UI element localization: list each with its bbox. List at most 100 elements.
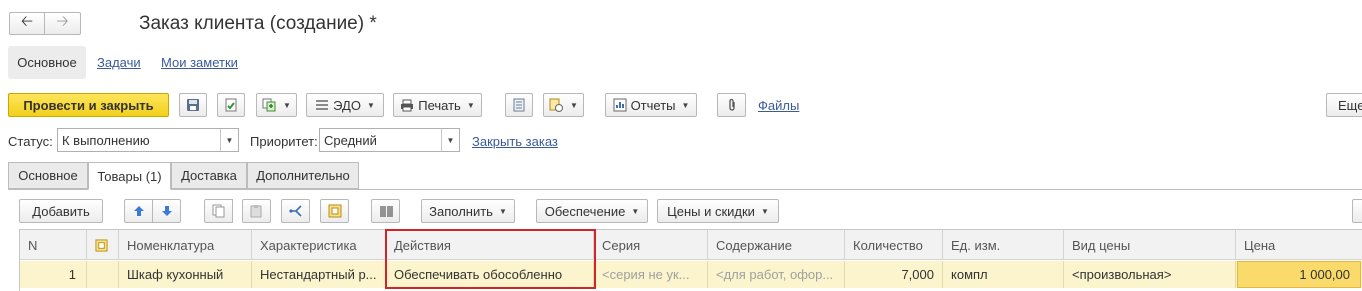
more-label: Еще [1338, 97, 1362, 113]
arrow-left-icon: 🡠 [20, 13, 34, 30]
col-n[interactable]: N [20, 230, 87, 260]
move-up-button[interactable] [124, 199, 153, 223]
chevron-down-icon: ▼ [466, 100, 475, 110]
chevron-down-icon: ▼ [498, 206, 507, 216]
print-button[interactable]: Печать ▼ [393, 93, 482, 117]
more-button[interactable]: Еще [1326, 93, 1362, 117]
col-content[interactable]: Содержание [708, 230, 845, 260]
paste-row-button[interactable] [242, 199, 271, 223]
post-and-close-button[interactable]: Провести и закрыть [8, 93, 169, 117]
provision-label: Обеспечение [544, 203, 626, 219]
priority-value: Средний [324, 132, 377, 148]
page-title: Заказ клиента (создание) * [139, 13, 377, 34]
create-based-on-button[interactable]: ▼ [256, 93, 297, 117]
chevron-down-icon[interactable]: ▼ [441, 129, 459, 151]
col-characteristic[interactable]: Характеристика [252, 230, 386, 260]
col-price[interactable]: Цена [1236, 230, 1362, 260]
pick-goods-button[interactable] [320, 199, 349, 223]
edo-label: ЭДО [333, 97, 361, 113]
copy-row-button[interactable] [204, 199, 233, 223]
arrow-up-icon [133, 206, 144, 216]
paste-icon [250, 205, 262, 218]
attach-file-button[interactable] [717, 93, 746, 117]
document-list-icon [513, 98, 525, 112]
table-more-button[interactable] [1352, 199, 1362, 223]
provision-button[interactable]: Обеспечение ▼ [536, 199, 648, 223]
actions-column-highlight [385, 229, 596, 289]
cell-quantity[interactable]: 7,000 [845, 261, 943, 288]
tab-delivery[interactable]: Доставка [171, 162, 247, 189]
tab-additional[interactable]: Дополнительно [247, 162, 359, 189]
arrow-right-icon: 🡢 [56, 13, 69, 30]
tab-goods-label: Товары (1) [97, 168, 162, 184]
copy-icon [212, 204, 225, 218]
pick-goods-icon [328, 204, 341, 218]
chevron-down-icon: ▼ [366, 100, 375, 110]
tab-main-label: Основное [18, 168, 78, 183]
cell-characteristic[interactable]: Нестандартный р... [252, 261, 386, 288]
print-label: Печать [418, 97, 461, 113]
col-item[interactable]: Номенклатура [119, 230, 252, 260]
reports-button[interactable]: Отчеты ▼ [605, 93, 697, 117]
nav-tab-notes[interactable]: Мои заметки [161, 55, 238, 70]
split-icon [288, 205, 302, 217]
cell-item[interactable]: Шкаф кухонный [119, 261, 252, 288]
nav-tab-main[interactable]: Основное [8, 46, 86, 79]
barcode-scan-button[interactable] [371, 199, 400, 223]
close-order-link[interactable]: Закрыть заказ [472, 134, 558, 149]
fill-label: Заполнить [429, 203, 493, 219]
status-label: Статус: [8, 134, 53, 149]
reports-label: Отчеты [630, 97, 676, 113]
add-label: Добавить [32, 203, 90, 219]
col-quantity[interactable]: Количество [845, 230, 943, 260]
save-button[interactable] [179, 93, 207, 117]
printer-icon [401, 99, 414, 111]
tab-main[interactable]: Основное [8, 162, 88, 189]
cell-flag[interactable] [87, 261, 119, 288]
cell-unit[interactable]: компл [943, 261, 1064, 288]
col-series[interactable]: Серия [594, 230, 708, 260]
status-value: К выполнению [62, 132, 150, 148]
forward-button[interactable]: 🡢 [44, 12, 81, 35]
move-down-button[interactable] [152, 199, 181, 223]
arrow-down-icon [161, 206, 172, 216]
related-documents-button[interactable]: ▼ [543, 93, 584, 117]
related-documents-icon [549, 98, 564, 112]
post-button[interactable] [217, 93, 245, 117]
chevron-down-icon: ▼ [570, 100, 578, 110]
priority-select[interactable]: Средний ▼ [319, 128, 460, 152]
post-and-close-label: Провести и закрыть [23, 97, 154, 113]
back-button[interactable]: 🡠 [9, 12, 45, 35]
prices-discounts-label: Цены и скидки [667, 203, 755, 219]
nav-tab-main-label: Основное [17, 55, 77, 70]
chevron-down-icon: ▼ [760, 206, 769, 216]
files-link[interactable]: Файлы [758, 98, 799, 113]
cell-n[interactable]: 1 [20, 261, 87, 288]
post-document-icon [225, 98, 237, 112]
cell-price[interactable]: 1 000,00 [1237, 261, 1361, 288]
fill-button[interactable]: Заполнить ▼ [421, 199, 515, 223]
tab-delivery-label: Доставка [181, 168, 237, 183]
cell-series[interactable]: <серия не ук... [594, 261, 708, 288]
split-row-button[interactable] [281, 199, 310, 223]
col-flag[interactable] [87, 230, 119, 260]
prices-discounts-button[interactable]: Цены и скидки ▼ [657, 199, 779, 223]
nav-tab-tasks[interactable]: Задачи [97, 55, 141, 70]
col-price-type[interactable]: Вид цены [1064, 230, 1236, 260]
edo-icon [316, 100, 329, 110]
status-select[interactable]: К выполнению ▼ [57, 128, 239, 152]
chevron-down-icon[interactable]: ▼ [220, 129, 238, 151]
edo-button[interactable]: ЭДО ▼ [306, 93, 384, 117]
document-list-button[interactable] [505, 93, 533, 117]
tabs-baseline [8, 189, 1362, 190]
cell-price-type[interactable]: <произвольная> [1064, 261, 1236, 288]
tab-additional-label: Дополнительно [256, 168, 350, 183]
pick-goods-icon [95, 238, 108, 252]
floppy-disk-icon [187, 99, 199, 111]
col-unit[interactable]: Ед. изм. [943, 230, 1064, 260]
tab-goods[interactable]: Товары (1) [88, 162, 171, 190]
cell-content[interactable]: <для работ, офор... [708, 261, 845, 288]
barcode-icon [379, 205, 393, 217]
priority-label: Приоритет: [250, 134, 318, 149]
add-button[interactable]: Добавить [19, 199, 103, 223]
